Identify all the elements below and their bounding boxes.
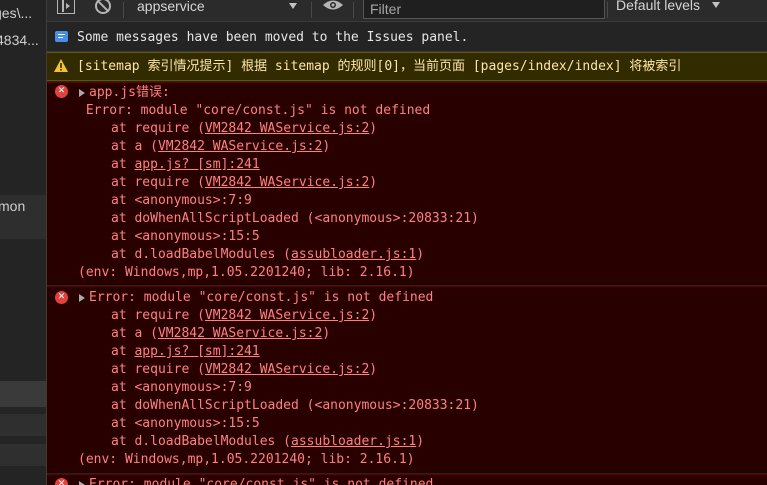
error-message: ✕ app.js错误: Error: module "core/const.js…	[47, 82, 767, 285]
expand-triangle-icon[interactable]	[79, 89, 85, 97]
warning-icon	[54, 59, 68, 72]
stack-frame: at <anonymous>:15:5	[111, 229, 260, 244]
warning-message-text: [sitemap 索引情况提示] 根据 sitemap 的规则[0]，当前页面 …	[77, 59, 682, 74]
source-link[interactable]: VM2842 WAService.js:2	[158, 139, 322, 154]
error-message: ✕ Error: module "core/const.js" is not d…	[47, 286, 767, 473]
sidebar-panel: ges\... 4834... mon	[0, 0, 46, 485]
error-env-info: (env: Windows,mp,1.05.2201240; lib: 2.16…	[78, 452, 415, 467]
sidebar-row[interactable]	[0, 414, 46, 436]
error-env-info: (env: Windows,mp,1.05.2201240; lib: 2.16…	[78, 265, 415, 280]
error-icon: ✕	[55, 478, 68, 485]
console-toolbar: appservice Default levels	[47, 0, 767, 22]
error-title: app.js错误:	[89, 85, 170, 100]
log-levels-dropdown[interactable]: Default levels	[616, 0, 756, 22]
source-link[interactable]: VM2842 WAService.js:2	[205, 308, 369, 323]
stack-frame: at d.loadBabelModules (assubloader.js:1)	[111, 247, 425, 262]
source-link[interactable]: app.js? [sm]:241	[134, 157, 259, 172]
stack-frame: at <anonymous>:15:5	[111, 416, 260, 431]
error-icon: ✕	[55, 85, 68, 98]
stack-frame: at d.loadBabelModules (assubloader.js:1)	[111, 434, 425, 449]
stack-frame: at <anonymous>:7:9	[111, 193, 252, 208]
stack-frame: at app.js? [sm]:241	[111, 157, 260, 172]
source-link[interactable]: VM2842 WAService.js:2	[158, 326, 322, 341]
chevron-down-icon	[289, 3, 297, 9]
source-link[interactable]: assubloader.js:1	[291, 434, 416, 449]
error-text: Error: module "core/const.js" is not def…	[89, 290, 434, 305]
toolbar-separator	[607, 2, 608, 18]
source-link[interactable]: assubloader.js:1	[291, 247, 416, 262]
error-icon: ✕	[55, 291, 68, 304]
sidebar-row-highlight[interactable]	[0, 381, 46, 407]
stack-frame: at require (VM2842 WAService.js:2)	[111, 175, 378, 190]
stack-frame: at a (VM2842 WAService.js:2)	[111, 139, 331, 154]
filter-input[interactable]	[363, 0, 605, 19]
stack-frame: at app.js? [sm]:241	[111, 344, 260, 359]
context-selector[interactable]: appservice	[137, 0, 299, 22]
stack-frame: at doWhenAllScriptLoaded (<anonymous>:20…	[111, 398, 479, 413]
stack-frame: at a (VM2842 WAService.js:2)	[111, 326, 331, 341]
sitemap-warning-message: [sitemap 索引情况提示] 根据 sitemap 的规则[0]，当前页面 …	[47, 52, 767, 81]
log-levels-label: Default levels	[616, 0, 701, 13]
source-link[interactable]: VM2842 WAService.js:2	[205, 362, 369, 377]
source-link[interactable]: VM2842 WAService.js:2	[205, 175, 369, 190]
source-link[interactable]: VM2842 WAService.js:2	[205, 121, 369, 136]
message-icon	[55, 31, 68, 42]
clear-console-icon[interactable]	[95, 0, 111, 14]
sidebar-item-label: mon	[0, 198, 26, 214]
context-selector-label: appservice	[137, 0, 205, 14]
stack-frame: at doWhenAllScriptLoaded (<anonymous>:20…	[111, 211, 479, 226]
stack-frame: at require (VM2842 WAService.js:2)	[111, 308, 378, 323]
toolbar-separator	[353, 2, 354, 18]
console-output: Some messages have been moved to the Iss…	[47, 23, 767, 485]
info-message-text: Some messages have been moved to the Iss…	[77, 30, 469, 45]
toolbar-separator	[311, 2, 312, 18]
stack-frame: at require (VM2842 WAService.js:2)	[111, 362, 378, 377]
stack-frame: at require (VM2842 WAService.js:2)	[111, 121, 378, 136]
expand-triangle-icon[interactable]	[79, 481, 85, 485]
sidebar-path-text[interactable]: ges\...	[0, 5, 32, 21]
stack-frame: at <anonymous>:7:9	[111, 380, 252, 395]
expand-triangle-icon[interactable]	[79, 294, 85, 302]
sidebar-id-text[interactable]: 4834...	[0, 32, 39, 48]
live-expression-eye-icon[interactable]	[322, 0, 344, 11]
error-message: ✕ Error: module "core/const.js" is not d…	[47, 474, 767, 485]
chevron-down-icon	[712, 2, 720, 8]
issues-info-message: Some messages have been moved to the Iss…	[47, 23, 767, 52]
sidebar-row[interactable]	[0, 444, 46, 466]
error-text: Error: module "core/const.js" is not def…	[78, 103, 431, 118]
sidebar-toggle-icon[interactable]	[57, 0, 75, 14]
source-link[interactable]: app.js? [sm]:241	[134, 344, 259, 359]
toolbar-separator	[123, 2, 124, 18]
error-text: Error: module "core/const.js" is not def…	[89, 477, 434, 485]
